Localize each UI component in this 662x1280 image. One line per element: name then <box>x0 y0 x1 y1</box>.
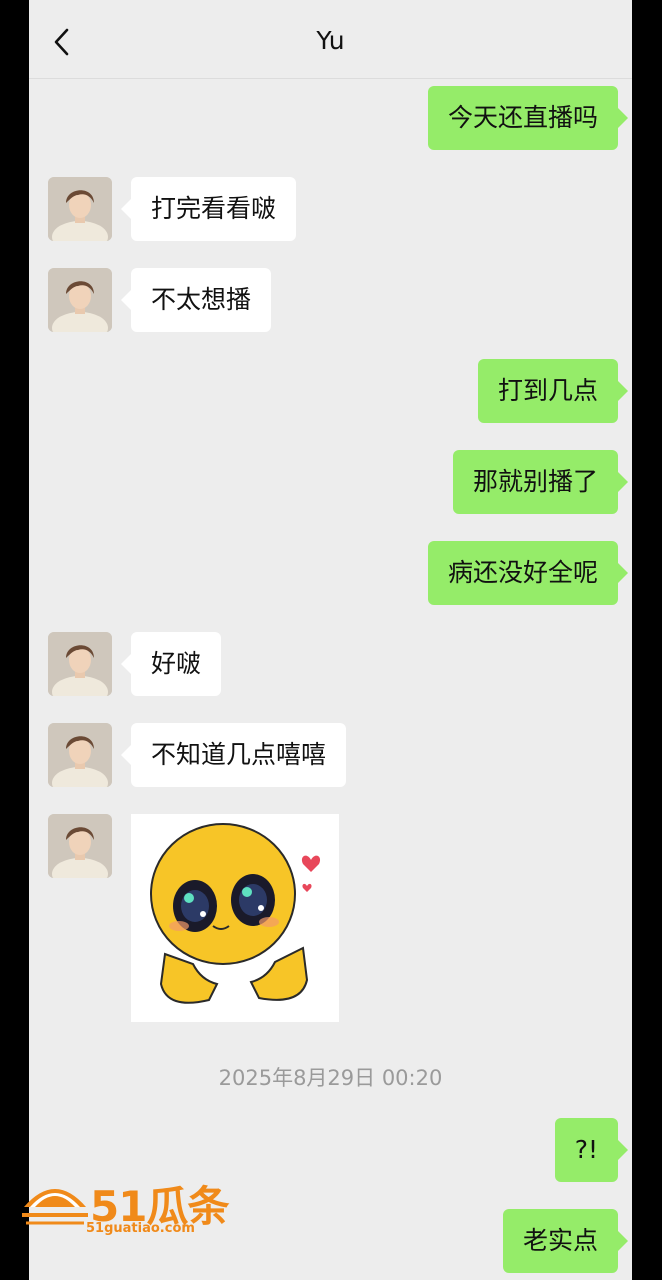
message-outgoing: 病还没好全呢 <box>29 541 632 605</box>
message-incoming: 不知道几点嘻嘻 <box>29 723 632 787</box>
watermark-url: 51guatiao.com <box>86 1221 195 1236</box>
message-outgoing: 那就别播了 <box>29 450 632 514</box>
avatar-image <box>48 632 112 696</box>
message-bubble[interactable]: 不知道几点嘻嘻 <box>120 723 347 787</box>
message-bubble[interactable]: 老实点 <box>502 1209 629 1273</box>
message-timestamp: 2025年8月29日 00:20 <box>218 1066 443 1090</box>
avatar[interactable] <box>48 268 112 332</box>
message-bubble[interactable]: 病还没好全呢 <box>427 541 629 605</box>
chat-title: Yu <box>316 26 345 55</box>
message-bubble[interactable]: 今天还直播吗 <box>427 86 629 150</box>
message-bubble[interactable]: 不太想播 <box>120 268 272 332</box>
watermelon-logo-icon <box>22 1189 88 1225</box>
message-outgoing: 打到几点 <box>29 359 632 423</box>
top-bar: Yu <box>29 0 632 79</box>
crying-cute-emoji-sticker <box>131 814 339 1022</box>
watermark-logo: 51瓜条 51guatiao.com <box>20 1173 230 1241</box>
message-bubble[interactable]: 打完看看啵 <box>120 177 297 241</box>
avatar-image <box>48 177 112 241</box>
avatar-image <box>48 723 112 787</box>
avatar-image <box>48 814 112 878</box>
message-bubble[interactable]: 好啵 <box>120 632 222 696</box>
message-bubble[interactable]: ?! <box>554 1118 629 1182</box>
message-outgoing: 今天还直播吗 <box>29 86 632 150</box>
chat-screen: Yu 今天还直播吗 打完看看啵 不太想播 打到几点 那就别播了 病还没好全呢 好… <box>29 0 632 1280</box>
avatar[interactable] <box>48 723 112 787</box>
message-incoming: 好啵 <box>29 632 632 696</box>
message-bubble[interactable]: 那就别播了 <box>452 450 629 514</box>
message-incoming-sticker <box>29 814 632 1022</box>
message-incoming: 不太想播 <box>29 268 632 332</box>
avatar[interactable] <box>48 632 112 696</box>
avatar[interactable] <box>48 177 112 241</box>
sticker-image[interactable] <box>131 814 339 1022</box>
message-bubble[interactable]: 打到几点 <box>477 359 629 423</box>
avatar[interactable] <box>48 814 112 878</box>
avatar-image <box>48 268 112 332</box>
message-incoming: 打完看看啵 <box>29 177 632 241</box>
